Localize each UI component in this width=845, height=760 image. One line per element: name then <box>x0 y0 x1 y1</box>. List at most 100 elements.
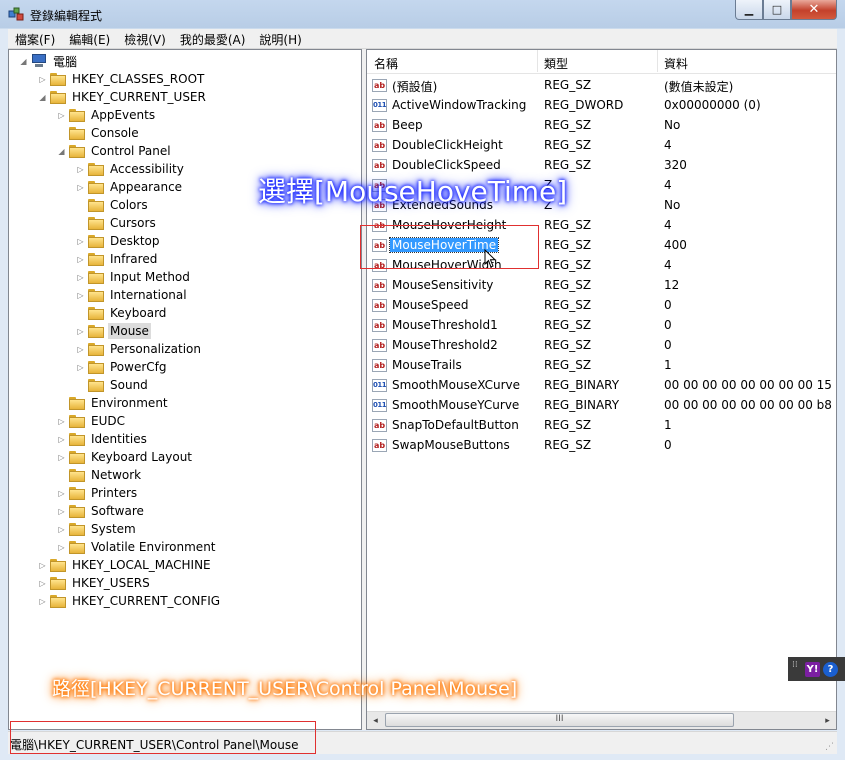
tree-node[interactable]: ▷ AppEvents <box>57 106 157 124</box>
tree-node[interactable]: ◢ Control Panel <box>57 142 173 160</box>
close-button[interactable]: ✕ <box>791 0 837 20</box>
tree-node[interactable]: ▷ Appearance <box>76 178 184 196</box>
menu-edit[interactable]: 編輯(E) <box>62 29 117 48</box>
maximize-button[interactable]: □ <box>763 0 791 20</box>
scroll-left-arrow-icon[interactable]: ◂ <box>367 712 384 729</box>
value-type: REG_SZ <box>544 358 592 372</box>
tree-node[interactable]: ▷ Accessibility <box>76 160 186 178</box>
expand-icon[interactable]: ▷ <box>57 507 66 516</box>
column-divider[interactable] <box>537 50 538 72</box>
help-icon[interactable]: ? <box>823 661 838 677</box>
value-row[interactable]: ab MouseTrails REG_SZ 1 <box>367 356 836 376</box>
tree-node-label: Sound <box>110 378 148 392</box>
value-row[interactable]: ab DoubleClickHeight REG_SZ 4 <box>367 136 836 156</box>
tree-node[interactable]: ▷ HKEY_USERS <box>38 574 152 592</box>
tree-node[interactable]: ▷ Input Method <box>76 268 192 286</box>
expand-icon[interactable]: ▷ <box>57 111 66 120</box>
tree-node[interactable]: ◢ HKEY_CURRENT_USER <box>38 88 208 106</box>
expand-icon[interactable]: ▷ <box>57 417 66 426</box>
value-row[interactable]: ab MouseSensitivity REG_SZ 12 <box>367 276 836 296</box>
expand-icon[interactable]: ▷ <box>76 273 85 282</box>
title-bar[interactable]: 登錄編輯程式 ▁ □ ✕ <box>0 0 845 29</box>
expand-icon[interactable]: ▷ <box>76 327 85 336</box>
minimize-button[interactable]: ▁ <box>735 0 763 20</box>
menu-file[interactable]: 檔案(F) <box>8 29 62 48</box>
scroll-right-arrow-icon[interactable]: ▸ <box>819 712 836 729</box>
tree-node[interactable]: ▷ Software <box>57 502 146 520</box>
column-header-name[interactable]: 名稱 <box>374 55 398 72</box>
column-header-data[interactable]: 資料 <box>664 55 688 72</box>
expand-icon[interactable]: ▷ <box>76 237 85 246</box>
value-row[interactable]: 011 SmoothMouseXCurve REG_BINARY 00 00 00 0… <box>367 376 836 396</box>
tree-node[interactable]: ▷ HKEY_CLASSES_ROOT <box>38 70 206 88</box>
tree-node[interactable]: ▷ Infrared <box>76 250 159 268</box>
values-list-pane[interactable]: 名稱 類型 資料 ◂ III ▸ ab (預設值) REG_SZ (數值未設定) 011… <box>366 49 837 730</box>
key-tree-pane[interactable]: ◢ 電腦 ▷ HKEY_CLASSES_ROOT ◢ HKEY_CURRENT_USE… <box>8 49 362 730</box>
resize-grip-icon[interactable]: ⋰ <box>825 742 835 752</box>
tree-node[interactable]: ▷ Volatile Environment <box>57 538 218 556</box>
scrollbar-thumb[interactable]: III <box>385 713 734 727</box>
tree-node[interactable]: Colors <box>76 196 150 214</box>
menu-favorites[interactable]: 我的最愛(A) <box>173 29 253 48</box>
expand-icon[interactable]: ▷ <box>76 291 85 300</box>
value-row[interactable]: ab MouseThreshold2 REG_SZ 0 <box>367 336 836 356</box>
tree-node[interactable]: ▷ Desktop <box>76 232 162 250</box>
menu-view[interactable]: 檢視(V) <box>117 29 173 48</box>
value-row[interactable]: ab Beep REG_SZ No <box>367 116 836 136</box>
column-header-type[interactable]: 類型 <box>544 55 568 72</box>
expand-icon[interactable]: ▷ <box>57 453 66 462</box>
tree-node[interactable]: ▷ PowerCfg <box>76 358 169 376</box>
tree-node[interactable]: ▷ HKEY_LOCAL_MACHINE <box>38 556 213 574</box>
tree-node[interactable]: Environment <box>57 394 170 412</box>
collapse-icon[interactable]: ◢ <box>19 57 28 66</box>
tree-node[interactable]: ▷ International <box>76 286 189 304</box>
value-row[interactable]: ab SnapToDefaultButton REG_SZ 1 <box>367 416 836 436</box>
expand-icon[interactable]: ▷ <box>57 525 66 534</box>
expand-icon[interactable]: ▷ <box>76 345 85 354</box>
expand-icon[interactable]: ▷ <box>57 489 66 498</box>
value-row[interactable]: 011 SmoothMouseYCurve REG_BINARY 00 00 00 0… <box>367 396 836 416</box>
tree-node[interactable]: ▷ Mouse <box>76 322 151 340</box>
tree-node-label: Cursors <box>110 216 156 230</box>
tree-node[interactable]: ▷ HKEY_CURRENT_CONFIG <box>38 592 222 610</box>
drag-handle-icon[interactable]: ⁞⁞ <box>792 661 802 676</box>
folder-icon <box>88 288 104 302</box>
expand-icon[interactable]: ▷ <box>38 75 47 84</box>
expand-icon[interactable]: ▷ <box>38 579 47 588</box>
expand-icon[interactable]: ▷ <box>76 183 85 192</box>
collapse-icon[interactable]: ◢ <box>57 147 66 156</box>
tree-node[interactable]: Keyboard <box>76 304 168 322</box>
tree-node[interactable]: Sound <box>76 376 150 394</box>
menu-help[interactable]: 說明(H) <box>252 29 308 48</box>
expand-icon[interactable]: ▷ <box>38 561 47 570</box>
expand-icon[interactable]: ▷ <box>76 165 85 174</box>
yahoo-icon[interactable]: Y! <box>805 661 820 677</box>
value-row[interactable]: 011 ActiveWindowTracking REG_DWORD 0x000000… <box>367 96 836 116</box>
value-name: SmoothMouseXCurve <box>392 378 520 392</box>
expand-icon[interactable]: ▷ <box>76 255 85 264</box>
tree-node[interactable]: Network <box>57 466 143 484</box>
tree-node[interactable]: ▷ Keyboard Layout <box>57 448 194 466</box>
expand-icon[interactable]: ▷ <box>57 543 66 552</box>
expand-icon[interactable]: ▷ <box>57 435 66 444</box>
collapse-icon[interactable]: ◢ <box>38 93 47 102</box>
value-row[interactable]: ab MouseThreshold1 REG_SZ 0 <box>367 316 836 336</box>
tree-node[interactable]: ▷ Printers <box>57 484 139 502</box>
column-divider[interactable] <box>657 50 658 72</box>
tree-node[interactable]: ▷ Identities <box>57 430 149 448</box>
tree-node-label: Infrared <box>110 252 158 266</box>
value-data: No <box>664 198 681 212</box>
value-row[interactable]: ab MouseSpeed REG_SZ 0 <box>367 296 836 316</box>
tree-node[interactable]: ▷ System <box>57 520 138 538</box>
tree-node[interactable]: ▷ EUDC <box>57 412 127 430</box>
tree-node[interactable]: ▷ Personalization <box>76 340 203 358</box>
tree-node-computer[interactable]: ◢ 電腦 <box>19 52 79 70</box>
expand-icon[interactable]: ▷ <box>76 363 85 372</box>
value-row[interactable]: ab (預設值) REG_SZ (數值未設定) <box>367 76 836 96</box>
expand-icon[interactable]: ▷ <box>38 597 47 606</box>
tree-node[interactable]: Cursors <box>76 214 158 232</box>
value-type: REG_SZ <box>544 118 592 132</box>
horizontal-scrollbar[interactable]: ◂ III ▸ <box>367 711 836 729</box>
tree-node[interactable]: Console <box>57 124 141 142</box>
value-row[interactable]: ab SwapMouseButtons REG_SZ 0 <box>367 436 836 456</box>
